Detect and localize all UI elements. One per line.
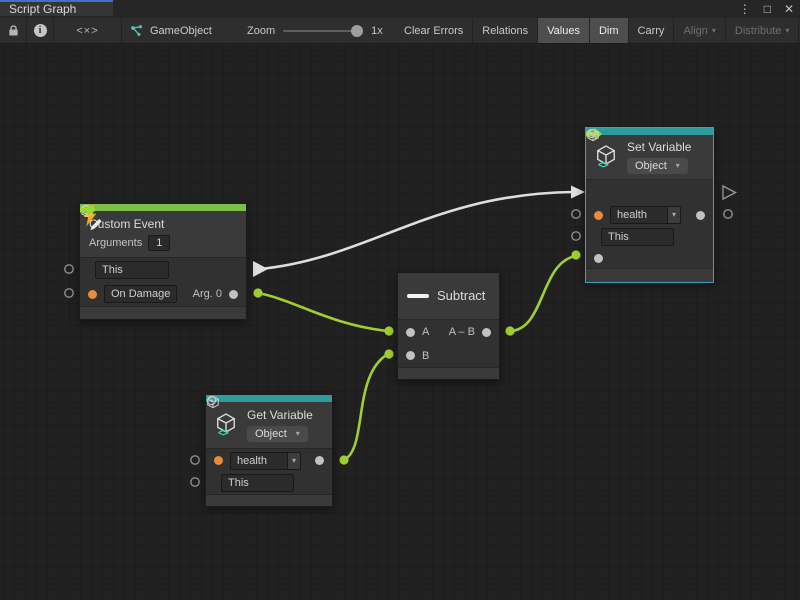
chevron-down-icon: ▾ <box>712 27 716 35</box>
input-b-port[interactable] <box>406 351 415 360</box>
arguments-label: Arguments <box>89 237 142 249</box>
event-name-port[interactable] <box>88 290 97 299</box>
output-port[interactable] <box>482 328 491 337</box>
node-footer <box>398 367 499 379</box>
input-b-label: B <box>422 350 429 362</box>
chevron-down-icon: ▾ <box>296 430 300 438</box>
node-footer <box>80 306 246 319</box>
target-picker-icon[interactable] <box>206 395 217 406</box>
variable-header-strip <box>206 395 332 402</box>
variable-mark-icon: <> <box>598 160 608 171</box>
relations-button[interactable]: Relations <box>473 18 538 43</box>
carry-button[interactable]: Carry <box>629 18 675 43</box>
target-field[interactable]: This <box>221 474 294 492</box>
tab-script-graph[interactable]: Script Graph <box>0 0 113 16</box>
clear-errors-button[interactable]: Clear Errors <box>395 18 473 43</box>
info-button[interactable]: i <box>27 18 54 43</box>
subtract-icon <box>407 294 429 298</box>
value-output-port[interactable] <box>315 456 324 465</box>
chevron-down-icon: ▾ <box>785 27 789 35</box>
node-set-variable[interactable]: <> Set Variable Object ▾ <box>585 127 714 283</box>
align-dropdown[interactable]: Align ▾ <box>674 18 725 43</box>
target-picker-icon[interactable] <box>586 128 597 139</box>
edit-script-button[interactable]: <×> <box>54 18 122 43</box>
arg0-label: Arg. 0 <box>193 288 222 300</box>
variable-icon: <> <box>215 412 239 438</box>
graph-target-label: GameObject <box>150 25 212 37</box>
chevron-down-icon: ▾ <box>676 162 680 170</box>
info-icon: i <box>34 24 47 37</box>
arguments-count-field[interactable]: 1 <box>148 235 170 251</box>
variable-name-port[interactable] <box>214 456 223 465</box>
value-output-port[interactable] <box>696 211 705 220</box>
variable-scope-dropdown[interactable]: Object ▾ <box>627 158 688 174</box>
lock-icon <box>8 24 19 37</box>
variable-icon: <> <box>595 144 619 170</box>
zoom-label: Zoom <box>247 25 275 37</box>
script-graph-window: Script Graph ⋮ □ ✕ i <×> <box>0 0 800 600</box>
node-footer <box>206 494 332 506</box>
title-bar: Script Graph ⋮ □ ✕ <box>0 0 800 18</box>
variable-name-dropdown[interactable]: health ▾ <box>610 206 681 224</box>
graph-toolbar: i <×> GameObject Zoom 1x Clear Errors <box>0 18 800 44</box>
graph-target-chip[interactable]: GameObject <box>130 18 212 43</box>
variable-name-port[interactable] <box>594 211 603 220</box>
lock-button[interactable] <box>0 18 27 43</box>
distribute-dropdown[interactable]: Distribute ▾ <box>726 18 799 43</box>
tab-title: Script Graph <box>9 2 76 16</box>
variable-name-dropdown[interactable]: health ▾ <box>230 452 301 470</box>
input-a-label: A <box>422 326 429 338</box>
gameobject-icon <box>130 24 143 37</box>
node-title: Get Variable <box>247 408 313 423</box>
node-footer <box>586 268 713 282</box>
code-icon: <×> <box>76 25 98 37</box>
maximize-icon[interactable]: □ <box>764 3 771 15</box>
node-title: Subtract <box>437 288 485 304</box>
variable-header-strip <box>586 128 713 135</box>
event-name-field[interactable]: On Damage <box>104 285 177 303</box>
input-a-port[interactable] <box>406 328 415 337</box>
output-label: A – B <box>449 326 475 338</box>
node-title: Set Variable <box>627 140 691 155</box>
dim-toggle[interactable]: Dim <box>590 18 629 43</box>
zoom-control: Zoom 1x <box>247 18 383 43</box>
zoom-value: 1x <box>371 25 383 37</box>
zoom-slider[interactable] <box>283 30 357 32</box>
close-icon[interactable]: ✕ <box>784 3 794 15</box>
node-get-variable[interactable]: <> Get Variable Object ▾ health ▾ <box>205 394 333 507</box>
values-toggle[interactable]: Values <box>538 18 590 43</box>
window-menu-icon[interactable]: ⋮ <box>739 3 751 15</box>
target-field[interactable]: This <box>95 261 169 279</box>
variable-mark-icon: <> <box>218 428 228 439</box>
node-custom-event[interactable]: Custom Event Arguments 1 This <box>79 203 247 320</box>
value-input-port[interactable] <box>594 254 603 263</box>
arg0-output-port[interactable] <box>229 290 238 299</box>
variable-scope-dropdown[interactable]: Object ▾ <box>247 426 308 442</box>
zoom-slider-knob[interactable] <box>351 25 363 37</box>
chevron-down-icon: ▾ <box>292 457 296 465</box>
target-field[interactable]: This <box>601 228 674 246</box>
node-subtract[interactable]: Subtract A A – B B <box>397 272 500 380</box>
chevron-down-icon: ▾ <box>672 211 676 219</box>
